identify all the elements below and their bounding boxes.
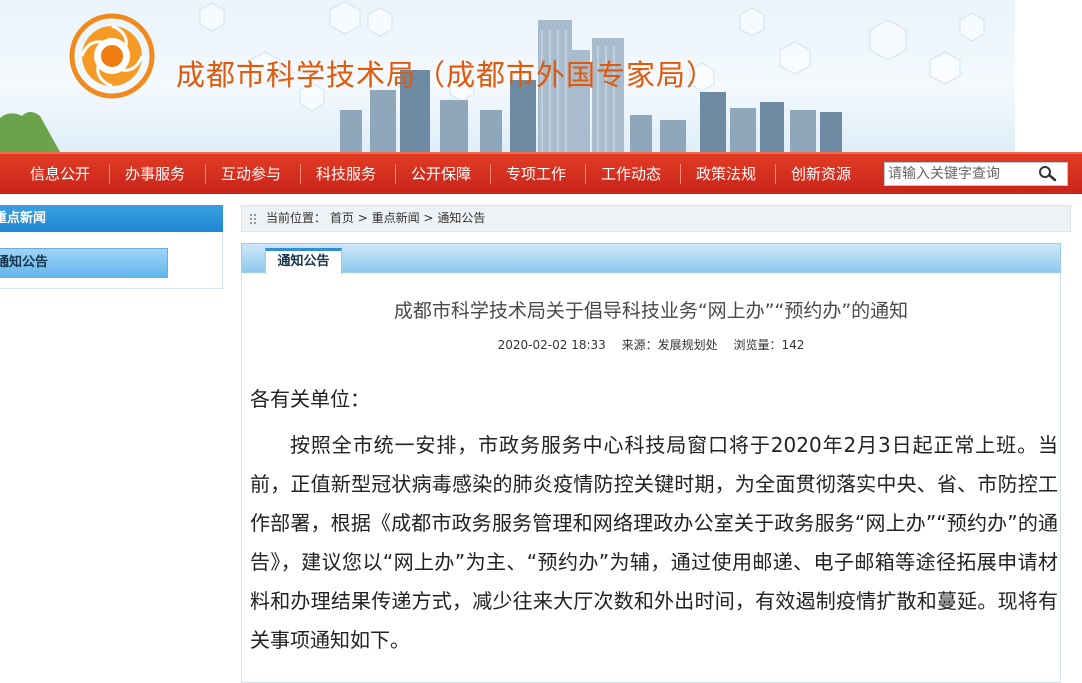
search-box <box>884 162 1068 186</box>
breadcrumb-grip-icon <box>250 214 256 224</box>
breadcrumb: 当前位置： 首页 > 重点新闻 > 通知公告 <box>241 205 1071 232</box>
nav-divider <box>205 164 206 184</box>
nav-divider <box>680 164 681 184</box>
nav-item-policies[interactable]: 政策法规 <box>696 154 756 194</box>
article-date: 2020-02-02 18:33 <box>497 338 606 352</box>
nav-item-innovation-resources[interactable]: 创新资源 <box>791 154 851 194</box>
site-title: 成都市科学技术局（成都市外国专家局） <box>176 58 717 92</box>
article-meta: 2020-02-02 18:33 来源：发展规划处 浏览量：142 <box>241 336 1061 353</box>
main-nav: 信息公开 办事服务 互动参与 科技服务 公开保障 专项工作 工作动态 政策法规 … <box>0 152 1082 194</box>
nav-item-services[interactable]: 办事服务 <box>125 154 185 194</box>
nav-item-work-news[interactable]: 工作动态 <box>601 154 661 194</box>
site-banner: 成都市科学技术局（成都市外国专家局） <box>0 0 1015 152</box>
nav-item-tech-services[interactable]: 科技服务 <box>316 154 376 194</box>
article-tab[interactable]: 通知公告 <box>265 248 342 274</box>
article-body-paragraph: 按照全市统一安排，市政务服务中心科技局窗口将于2020年2月3日起正常上班。当前… <box>250 433 1058 652</box>
breadcrumb-section-link[interactable]: 重点新闻 <box>372 211 420 225</box>
article-views: 浏览量：142 <box>733 338 805 352</box>
breadcrumb-separator: > <box>423 211 434 225</box>
sidebar-item-label: 通知公告 <box>0 255 49 270</box>
search-input[interactable] <box>888 164 1033 184</box>
nav-divider <box>395 164 396 184</box>
article-source: 来源：发展规划处 <box>621 338 718 352</box>
nav-divider <box>585 164 586 184</box>
breadcrumb-home-link[interactable]: 首页 <box>330 211 354 225</box>
breadcrumb-prefix: 当前位置： <box>266 211 327 225</box>
nav-item-interaction[interactable]: 互动参与 <box>221 154 281 194</box>
nav-divider <box>490 164 491 184</box>
breadcrumb-separator: > <box>357 211 368 225</box>
article-greeting: 各有关单位： <box>250 387 370 411</box>
nav-item-special-work[interactable]: 专项工作 <box>506 154 566 194</box>
nav-divider <box>300 164 301 184</box>
nav-item-disclosure-guarantee[interactable]: 公开保障 <box>411 154 471 194</box>
search-icon[interactable] <box>1037 165 1059 183</box>
city-logo-icon <box>69 13 155 99</box>
nav-item-info-disclosure[interactable]: 信息公开 <box>30 154 90 194</box>
sidebar-heading-label: 重点新闻 <box>0 211 47 226</box>
article-title: 成都市科学技术局关于倡导科技业务“网上办”“预约办”的通知 <box>393 300 909 322</box>
sidebar-item-notices[interactable]: 通知公告 <box>0 248 168 278</box>
article-tab-bar <box>241 243 1061 273</box>
sidebar-heading: 重点新闻 <box>0 205 223 232</box>
nav-divider <box>109 164 110 184</box>
breadcrumb-current-link[interactable]: 通知公告 <box>437 211 485 225</box>
nav-divider <box>775 164 776 184</box>
